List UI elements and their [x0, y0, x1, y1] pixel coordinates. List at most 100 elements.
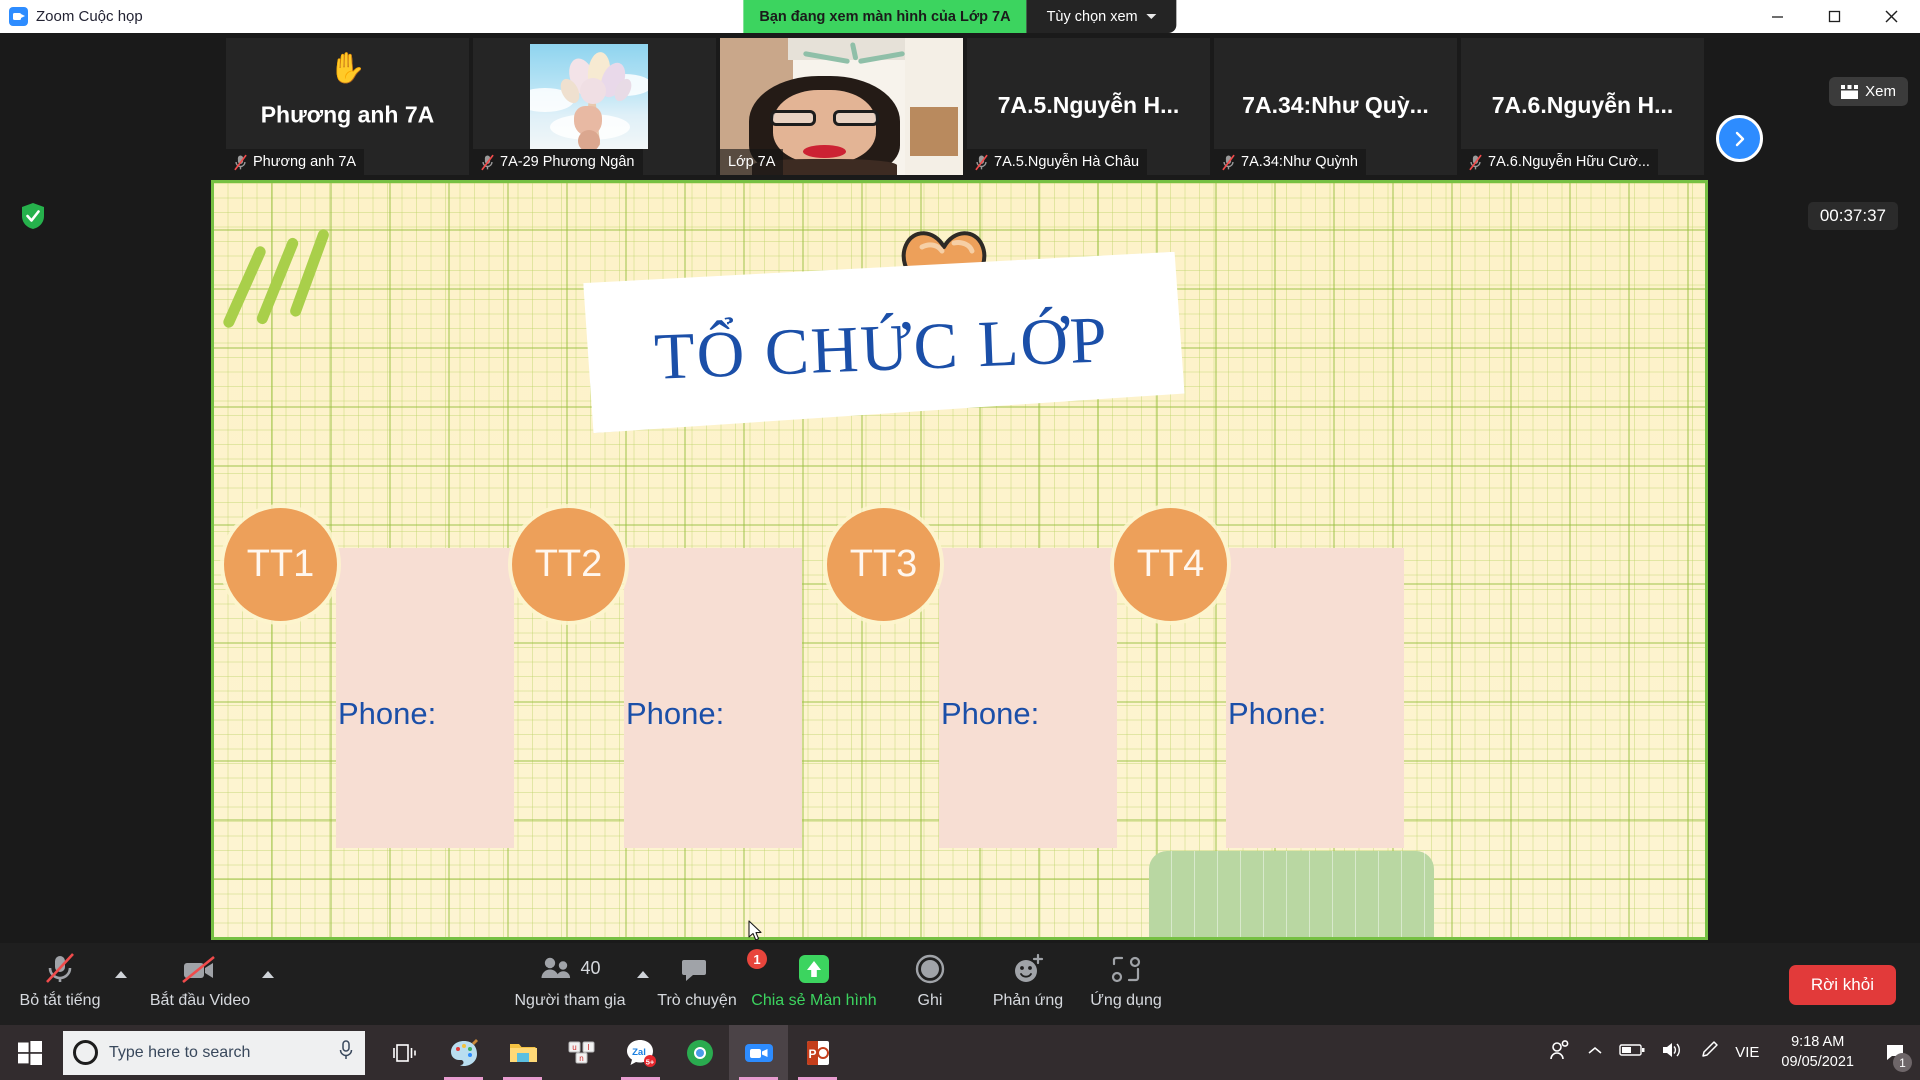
chevron-right-icon [1735, 131, 1744, 146]
windows-start-icon[interactable] [0, 1025, 60, 1080]
microphone-icon[interactable] [337, 1039, 355, 1066]
start-video-button[interactable]: Bắt đầu Video [140, 951, 274, 1010]
filmstrip-next-button[interactable] [1716, 115, 1763, 162]
apps-button-label: Ứng dụng [1090, 992, 1162, 1009]
group-phone-label: Phone: [338, 696, 437, 731]
apps-icon [1110, 951, 1142, 985]
zoom-icon[interactable] [729, 1025, 788, 1080]
video-muted-icon [180, 951, 274, 985]
filmstrip-tiles: ✋ Phương anh 7A Phương anh 7A 7A-29 Phươ… [226, 38, 1704, 175]
group-item: TT4 Phone: [1114, 508, 1404, 928]
participant-filmstrip: ✋ Phương anh 7A Phương anh 7A 7A-29 Phươ… [0, 33, 1920, 180]
reactions-icon [1011, 951, 1045, 985]
shared-screen-content[interactable]: TỔ CHỨC LỚP TT1 Phone: TT2 Phone: TT3 Ph… [211, 180, 1708, 940]
apps-button[interactable]: Ứng dụng [1066, 951, 1186, 1010]
maximize-button[interactable] [1806, 0, 1863, 33]
share-screen-icon [797, 951, 831, 985]
task-view-icon[interactable] [375, 1025, 434, 1080]
window-titlebar: Zoom Cuộc họp Bạn đang xem màn hình của … [0, 0, 1920, 33]
participant-display-name: 7A.34:Như Quỳ... [1242, 91, 1429, 118]
group-label-badge: TT2 [512, 508, 625, 621]
meeting-toolbar: Bỏ tắt tiếng Bắt đầu Video 40 Người tham… [0, 943, 1920, 1025]
clock-date: 09/05/2021 [1781, 1053, 1854, 1070]
participants-count: 40 [580, 957, 601, 978]
clock[interactable]: 9:18 AM 09/05/2021 [1775, 1033, 1860, 1072]
search-input[interactable]: Type here to search [63, 1030, 365, 1075]
participant-footer: 7A.34:Như Quỳnh [1214, 149, 1366, 175]
window-controls [1749, 0, 1920, 33]
language-indicator[interactable]: VIE [1735, 1044, 1759, 1061]
participant-name-label: 7A.5.Nguyễn Hà Châu [994, 154, 1140, 170]
participant-tile[interactable]: 7A.34:Như Quỳ... 7A.34:Như Quỳnh [1214, 38, 1457, 175]
view-options-label: Tùy chọn xem [1046, 8, 1138, 25]
system-tray: VIE 9:18 AM 09/05/2021 1 [1549, 1025, 1920, 1080]
participant-footer: 7A.6.Nguyễn Hữu Cườ... [1461, 149, 1658, 175]
file-explorer-icon[interactable] [493, 1025, 552, 1080]
participant-footer: 7A-29 Phương Ngân [473, 149, 643, 175]
record-icon [914, 951, 946, 985]
participant-footer: Phương anh 7A [226, 149, 365, 175]
participant-tile[interactable]: ✋ Phương anh 7A Phương anh 7A [226, 38, 469, 175]
mute-button[interactable]: Bỏ tắt tiếng [0, 951, 127, 1010]
page-title: TỔ CHỨC LỚP [652, 302, 1110, 394]
people-icon[interactable] [1549, 1039, 1571, 1066]
participant-name-label: 7A.6.Nguyễn Hữu Cườ... [1488, 154, 1650, 170]
windows-taskbar: Type here to search u I n Zal 5+ P VIE 9… [0, 1025, 1920, 1080]
minimize-button[interactable] [1749, 0, 1806, 33]
shield-check-icon[interactable] [20, 202, 46, 230]
group-phone-label: Phone: [1228, 696, 1327, 731]
notifications-icon[interactable]: 1 [1876, 1025, 1914, 1080]
leave-meeting-button[interactable]: Rời khỏi [1788, 965, 1896, 1005]
view-layout-button[interactable]: Xem [1829, 77, 1908, 106]
chevron-up-icon[interactable] [115, 971, 127, 978]
mute-icon [234, 154, 247, 170]
mouse-pointer-icon [748, 920, 764, 942]
mute-icon [1222, 154, 1235, 170]
chrome-icon[interactable] [670, 1025, 729, 1080]
paint-3d-icon[interactable] [434, 1025, 493, 1080]
participant-name-label: 7A-29 Phương Ngân [500, 154, 635, 170]
grid-view-icon [1841, 84, 1859, 99]
share-screen-button[interactable]: Chia sẻ Màn hình [751, 951, 877, 1010]
notification-count: 1 [1893, 1053, 1912, 1072]
record-button-label: Ghi [917, 992, 943, 1009]
slide-title-card: TỔ CHỨC LỚP [577, 252, 1185, 434]
chevron-up-icon[interactable] [1587, 1044, 1603, 1062]
shared-screen-stage: 00:37:37 TỔ CHỨC LỚP TT1 Phone: TT2 Phon… [0, 180, 1920, 943]
mute-icon [481, 154, 494, 170]
mute-icon [975, 154, 988, 170]
participant-footer: Lớp 7A [720, 149, 784, 175]
reactions-button-label: Phản ứng [992, 992, 1064, 1009]
chat-button[interactable]: 1 Trò chuyện [637, 949, 767, 1010]
powerpoint-icon[interactable]: P [788, 1025, 847, 1080]
chevron-down-icon [1146, 14, 1157, 19]
group-label-badge: TT3 [827, 508, 940, 621]
mute-icon [1469, 154, 1482, 170]
participant-tile[interactable]: 7A.5.Nguyễn H... 7A.5.Nguyễn Hà Châu [967, 38, 1210, 175]
svg-text:I: I [587, 1043, 589, 1052]
pen-icon[interactable] [1699, 1040, 1719, 1065]
chevron-up-icon[interactable] [262, 971, 274, 978]
svg-text:n: n [579, 1054, 583, 1063]
presentation-slide: TỔ CHỨC LỚP TT1 Phone: TT2 Phone: TT3 Ph… [214, 183, 1705, 937]
clock-time: 9:18 AM [1791, 1033, 1845, 1050]
battery-icon[interactable] [1619, 1043, 1645, 1062]
group-item: TT1 Phone: [224, 508, 514, 928]
participant-tile[interactable]: 7A-29 Phương Ngân [473, 38, 716, 175]
zalo-icon[interactable]: Zal 5+ [611, 1025, 670, 1080]
participant-tile[interactable]: 7A.6.Nguyễn H... 7A.6.Nguyễn Hữu Cườ... [1461, 38, 1704, 175]
group-label-badge: TT1 [224, 508, 337, 621]
view-options-button[interactable]: Tùy chọn xem [1026, 0, 1177, 33]
close-button[interactable] [1863, 0, 1920, 33]
participant-name-label: Lớp 7A [728, 154, 776, 170]
chat-button-label: Trò chuyện [657, 992, 737, 1009]
volume-icon[interactable] [1661, 1041, 1683, 1064]
participant-tile-active-speaker[interactable]: Lớp 7A [720, 38, 963, 175]
participants-button[interactable]: 40 Người tham gia [510, 951, 650, 1010]
svg-text:u: u [572, 1043, 576, 1052]
participant-display-name: Phương anh 7A [260, 101, 435, 128]
unikey-icon[interactable]: u I n [552, 1025, 611, 1080]
app-title: Zoom Cuộc họp [36, 8, 143, 25]
participant-footer: 7A.5.Nguyễn Hà Châu [967, 149, 1148, 175]
avatar-image [530, 44, 648, 149]
